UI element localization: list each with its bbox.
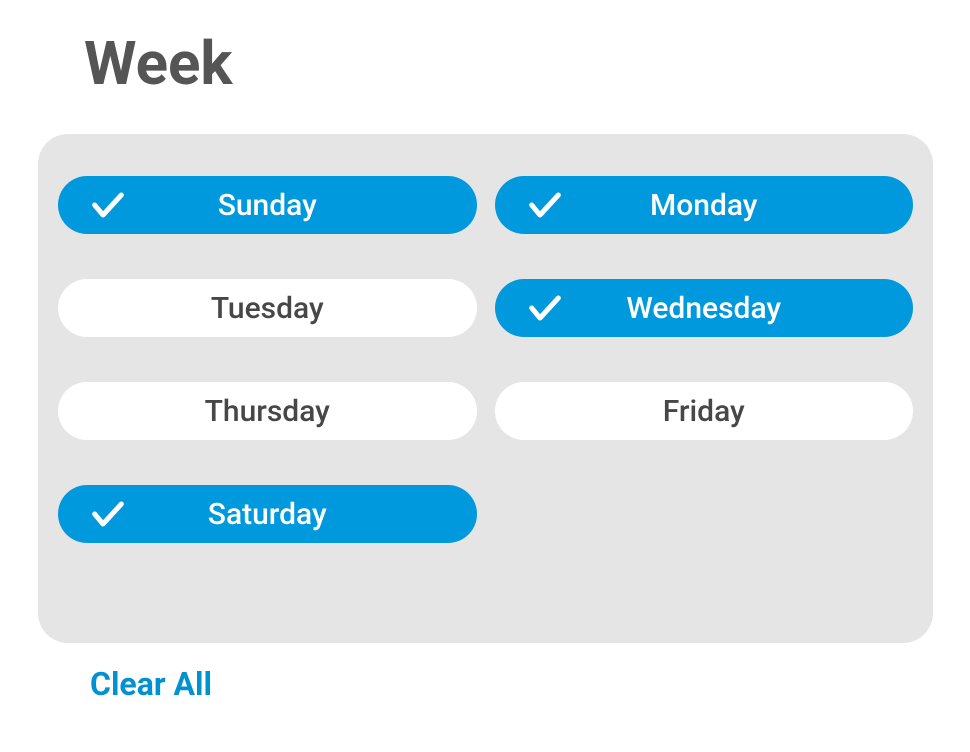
check-icon [525, 288, 565, 328]
day-chip-wednesday[interactable]: Wednesday [495, 279, 914, 337]
day-chip-saturday[interactable]: Saturday [58, 485, 477, 543]
page-title: Week [84, 28, 232, 99]
week-selector-card: Sunday Monday Tuesday Wednesday Thursday Frid… [38, 134, 933, 643]
day-chip-thursday[interactable]: Thursday [58, 382, 477, 440]
check-icon [525, 185, 565, 225]
clear-all-button[interactable]: Clear All [90, 665, 212, 703]
day-label: Wednesday [626, 291, 781, 326]
day-label: Monday [650, 188, 758, 223]
day-chip-friday[interactable]: Friday [495, 382, 914, 440]
day-chip-tuesday[interactable]: Tuesday [58, 279, 477, 337]
day-label: Sunday [218, 188, 317, 223]
day-chip-sunday[interactable]: Sunday [58, 176, 477, 234]
day-label: Thursday [205, 394, 330, 429]
day-label: Tuesday [211, 291, 324, 326]
check-icon [88, 494, 128, 534]
check-icon [88, 185, 128, 225]
day-label: Saturday [208, 497, 327, 532]
day-label: Friday [663, 394, 745, 429]
day-chip-monday[interactable]: Monday [495, 176, 914, 234]
days-grid: Sunday Monday Tuesday Wednesday Thursday Frid… [58, 176, 913, 543]
